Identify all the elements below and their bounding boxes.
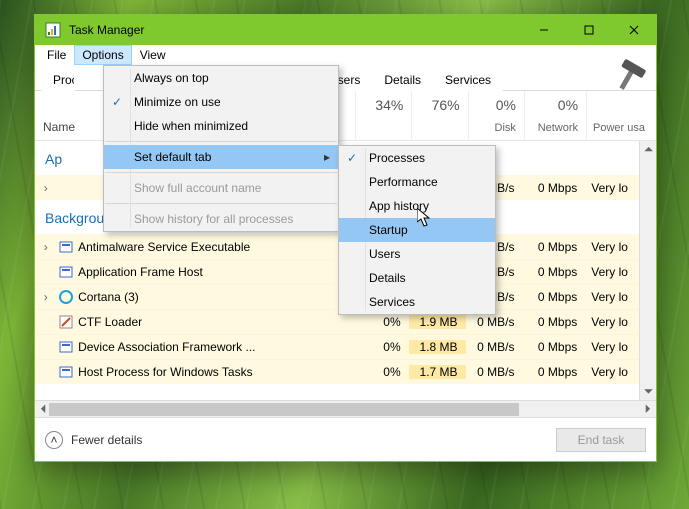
options-menu: Always on top ✓Minimize on use Hide when… [103, 65, 339, 232]
menu-item-minimize-on-use[interactable]: ✓Minimize on use [104, 90, 338, 114]
menu-item-show-full-account-name: Show full account name [104, 176, 338, 200]
footer: ˄ Fewer details End task [35, 417, 656, 461]
col-power[interactable]: Power usa [586, 91, 656, 140]
menu-item-show-history: Show history for all processes [104, 207, 338, 231]
process-name: Device Association Framework ... [76, 340, 334, 354]
cortana-icon [57, 289, 77, 305]
menu-item-hide-when-minimized[interactable]: Hide when minimized [104, 114, 338, 138]
hammer-icon [610, 55, 650, 95]
expand-icon[interactable]: › [35, 290, 57, 304]
process-icon [57, 314, 77, 330]
set-default-tab-submenu: ✓Processes Performance App history Start… [338, 145, 496, 315]
chevron-up-icon: ˄ [45, 431, 63, 449]
expand-icon[interactable]: › [35, 240, 57, 254]
scroll-down-icon[interactable]: ⏷ [640, 383, 656, 400]
tab-processes[interactable]: Proc [41, 68, 75, 91]
menu-item-set-default-tab[interactable]: Set default tab▸ [104, 145, 338, 169]
scrollbar-thumb[interactable] [49, 403, 519, 416]
menubar: File Options View [35, 45, 656, 65]
process-icon [57, 239, 77, 255]
app-icon [45, 22, 61, 38]
process-name: Antimalware Service Executable [76, 240, 334, 254]
submenu-arrow-icon: ▸ [324, 150, 330, 164]
col-disk[interactable]: 0%Disk [468, 91, 524, 140]
titlebar[interactable]: Task Manager [35, 15, 656, 45]
task-manager-window: Task Manager File Options View Proc User… [34, 14, 657, 462]
minimize-button[interactable] [521, 15, 566, 45]
fewer-details-button[interactable]: ˄ Fewer details [45, 431, 142, 449]
menu-options[interactable]: Options [74, 45, 131, 65]
process-name: Cortana (3) [76, 290, 334, 304]
submenu-item-users[interactable]: Users [339, 242, 495, 266]
scrollbar-horizontal[interactable]: ⏴ ⏵ [35, 400, 656, 417]
maximize-button[interactable] [566, 15, 611, 45]
cursor-icon [417, 208, 433, 228]
scroll-right-icon[interactable]: ⏵ [639, 401, 656, 418]
menu-view[interactable]: View [132, 45, 174, 65]
close-button[interactable] [611, 15, 656, 45]
col-cpu[interactable]: 34% [355, 91, 411, 140]
process-icon [57, 364, 77, 380]
submenu-item-details[interactable]: Details [339, 266, 495, 290]
submenu-item-performance[interactable]: Performance [339, 170, 495, 194]
scroll-up-icon[interactable]: ⏶ [640, 141, 656, 158]
expand-icon[interactable]: › [35, 181, 57, 195]
process-name: Host Process for Windows Tasks [76, 365, 334, 379]
scrollbar-vertical[interactable]: ⏶ ⏷ [639, 141, 656, 400]
process-icon [57, 264, 77, 280]
network-value: 0 Mbps [522, 181, 585, 195]
col-network[interactable]: 0%Network [524, 91, 586, 140]
process-name: Application Frame Host [76, 265, 334, 279]
check-icon: ✓ [347, 151, 357, 165]
window-title: Task Manager [69, 23, 144, 37]
table-row[interactable]: Host Process for Windows Tasks 0% 1.7 MB… [35, 359, 656, 384]
menu-file[interactable]: File [39, 45, 74, 65]
table-row[interactable]: Device Association Framework ... 0% 1.8 … [35, 334, 656, 359]
check-icon: ✓ [112, 95, 122, 109]
menu-item-always-on-top[interactable]: Always on top [104, 66, 338, 90]
tab-details[interactable]: Details [372, 68, 433, 91]
submenu-item-services[interactable]: Services [339, 290, 495, 314]
end-task-button[interactable]: End task [556, 428, 646, 452]
process-icon [57, 339, 77, 355]
col-memory[interactable]: 76% [411, 91, 467, 140]
tab-services[interactable]: Services [433, 68, 503, 91]
process-name: CTF Loader [76, 315, 334, 329]
submenu-item-processes[interactable]: ✓Processes [339, 146, 495, 170]
